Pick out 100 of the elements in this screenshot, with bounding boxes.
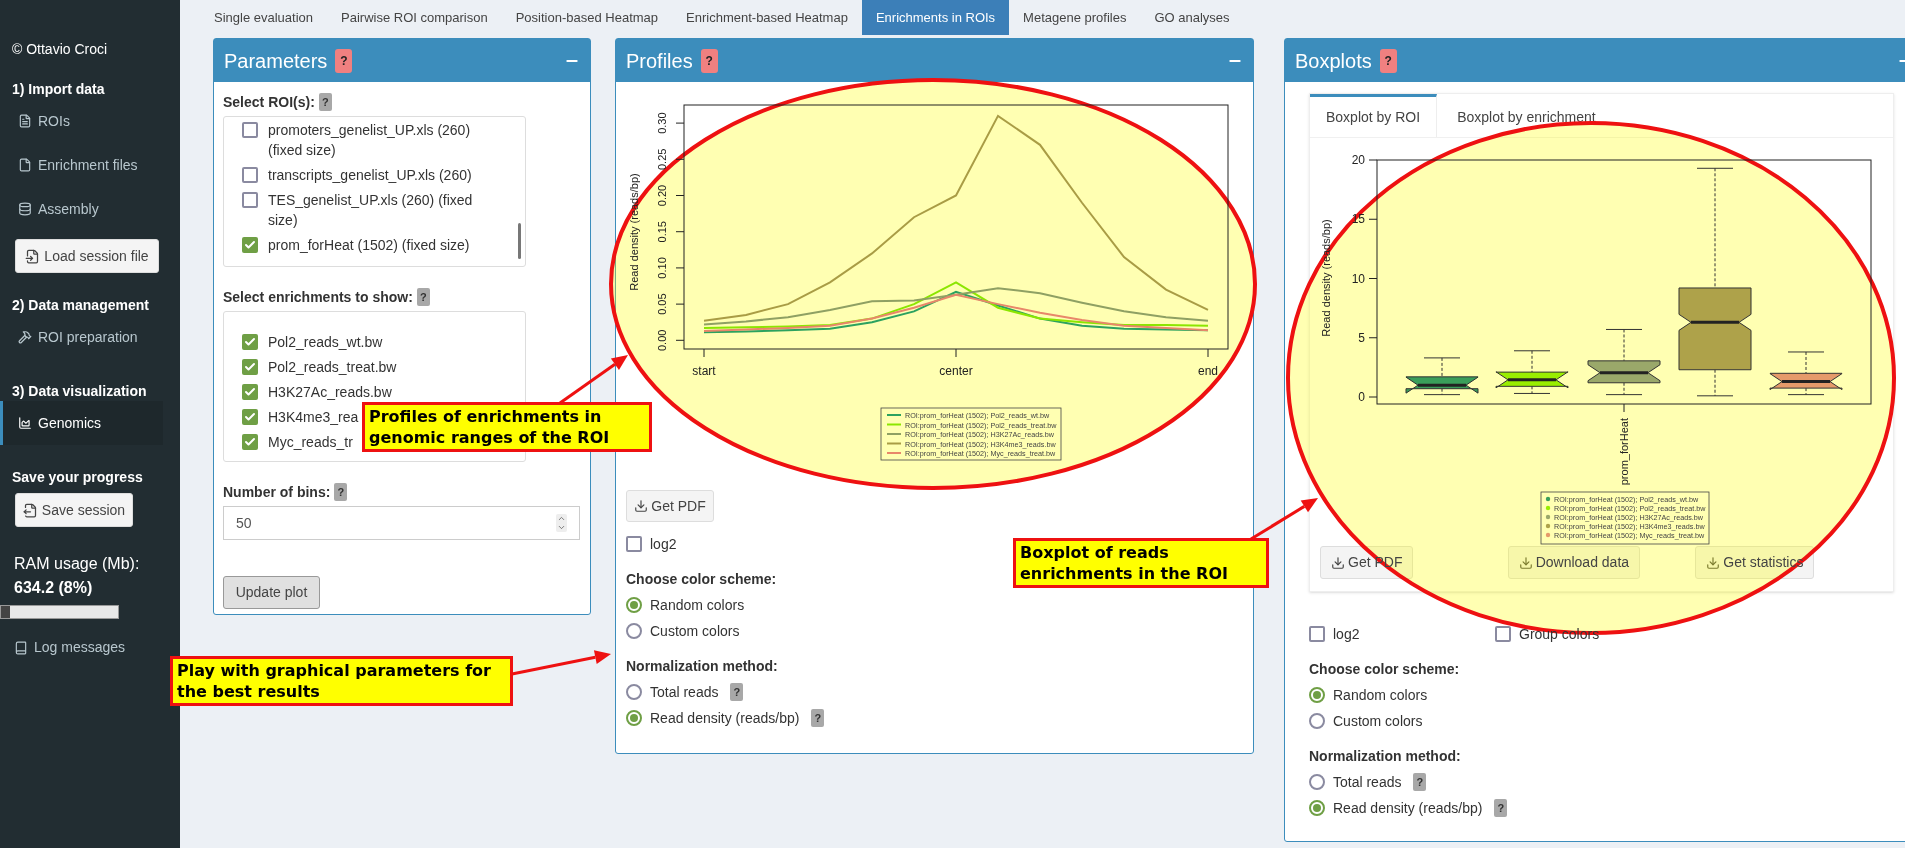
- get-pdf-button[interactable]: Get PDF: [626, 490, 714, 522]
- y-tick-label: 0.15: [656, 221, 668, 243]
- help-badge[interactable]: ?: [318, 93, 332, 111]
- spinner-icon[interactable]: [556, 514, 567, 532]
- nav-tab[interactable]: GO analyses: [1140, 0, 1244, 35]
- sidebar-item-icon: [18, 416, 32, 430]
- checkbox[interactable]: [242, 237, 258, 253]
- radio-label: Total reads: [1333, 772, 1402, 792]
- sidebar-item[interactable]: ROI preparation: [0, 315, 180, 359]
- action-button[interactable]: Download data: [1507, 546, 1641, 579]
- help-badge[interactable]: ?: [335, 48, 353, 73]
- sidebar-item-icon: [18, 202, 32, 216]
- x-tick-label: end: [1198, 364, 1218, 378]
- radio-label: Random colors: [1333, 685, 1428, 705]
- x-tick-label: start: [692, 364, 716, 378]
- checkbox[interactable]: [1309, 626, 1325, 642]
- option-heading: Normalization method:: [1309, 747, 1461, 766]
- checkbox-label: prom_forHeat (1502) (fixed size): [268, 236, 470, 255]
- y-tick-label: 0.00: [656, 329, 668, 351]
- radio-button[interactable]: [626, 597, 642, 613]
- sidebar-item[interactable]: Genomics: [0, 401, 163, 445]
- checkbox[interactable]: [242, 359, 258, 375]
- help-badge[interactable]: ?: [1494, 799, 1508, 817]
- help-badge[interactable]: ?: [700, 48, 718, 73]
- update-plot-button[interactable]: Update plot: [223, 576, 320, 609]
- checkbox[interactable]: [242, 409, 258, 425]
- pointer-arrow: [559, 355, 628, 405]
- check-icon: [244, 411, 256, 423]
- option-heading: Choose color scheme:: [626, 570, 777, 589]
- file-arrow-icon: [25, 248, 41, 264]
- session-button[interactable]: Save session: [15, 493, 133, 527]
- nav-tab[interactable]: Pairwise ROI comparison: [327, 0, 502, 35]
- plot-tab[interactable]: Boxplot by ROI: [1310, 94, 1438, 137]
- checkbox[interactable]: [242, 434, 258, 450]
- sidebar-heading: Save your progress: [11, 468, 144, 487]
- y-tick-label: 0.20: [656, 184, 668, 207]
- y-axis-label: Read density (reads/bp): [628, 173, 640, 291]
- radio-button[interactable]: [626, 684, 642, 700]
- nav-tab[interactable]: Enrichment-based Heatmap: [672, 0, 862, 35]
- y-tick-label: 10: [1351, 271, 1365, 286]
- checkbox[interactable]: [242, 192, 258, 208]
- radio-button[interactable]: [1309, 713, 1325, 729]
- sidebar-item-icon: [18, 330, 32, 344]
- nav-tab[interactable]: Enrichments in ROIs: [861, 0, 1010, 35]
- plot-tab[interactable]: Boxplot by enrichment: [1437, 94, 1616, 137]
- checkbox-label: Pol2_reads_wt.bw: [268, 333, 383, 352]
- panel-title: Parameters: [224, 48, 328, 74]
- nav-tab[interactable]: Single evaluation: [200, 0, 328, 35]
- help-badge[interactable]: ?: [1413, 773, 1427, 791]
- option-heading: Choose color scheme:: [1309, 660, 1460, 679]
- credit-text: © Ottavio Croci: [11, 40, 109, 59]
- checkbox[interactable]: [242, 167, 258, 183]
- scrollbar[interactable]: [518, 223, 521, 259]
- sidebar-item[interactable]: ROIs: [0, 99, 180, 143]
- checkbox[interactable]: [1495, 626, 1511, 642]
- book-icon: [14, 640, 28, 655]
- checkbox-label: log2: [1333, 624, 1360, 644]
- radio-label: Random colors: [650, 595, 745, 615]
- sidebar-heading: 1) Import data: [11, 80, 106, 99]
- help-badge[interactable]: ?: [416, 288, 430, 306]
- nav-tab[interactable]: Position-based Heatmap: [501, 0, 673, 35]
- radio-button[interactable]: [626, 623, 642, 639]
- log-link[interactable]: Log messages: [0, 637, 180, 658]
- radio-label: Custom colors: [650, 621, 740, 641]
- sidebar-heading: 3) Data visualization: [11, 382, 148, 401]
- y-tick-label: 0.10: [656, 257, 668, 279]
- checkbox[interactable]: [242, 384, 258, 400]
- ram-value: 634.2 (8%): [13, 578, 94, 598]
- callout-label: Play with graphical parameters for the best results: [170, 656, 513, 706]
- field-label: Select enrichments to show:: [223, 287, 413, 307]
- checkbox-label: promoters_genelist_UP.xls (260) (fixed size): [268, 121, 472, 160]
- y-tick-label: 0.25: [656, 148, 668, 170]
- radio-label: Read density (reads/bp): [1333, 798, 1483, 818]
- legend-swatch: [886, 423, 902, 426]
- radio-button[interactable]: [1309, 687, 1325, 703]
- bins-input[interactable]: 50: [223, 506, 580, 540]
- download-icon: [1331, 555, 1345, 570]
- panel-title: Boxplots: [1295, 48, 1372, 74]
- checkbox[interactable]: [626, 536, 642, 552]
- download-icon: [1518, 555, 1533, 570]
- checkbox-label: log2: [650, 534, 677, 554]
- file-arrow-icon: [22, 502, 38, 518]
- sidebar-item-icon: [18, 114, 32, 128]
- sidebar-item[interactable]: Enrichment files: [0, 143, 180, 187]
- y-tick-label: 0.30: [656, 112, 668, 134]
- sidebar-item[interactable]: Assembly: [0, 187, 180, 231]
- help-badge[interactable]: ?: [334, 483, 348, 501]
- checkbox[interactable]: [242, 334, 258, 350]
- radio-button[interactable]: [626, 710, 642, 726]
- help-badge[interactable]: ?: [1379, 48, 1397, 73]
- radio-button[interactable]: [1309, 800, 1325, 816]
- help-badge[interactable]: ?: [730, 683, 744, 701]
- legend-swatch: [886, 442, 902, 445]
- nav-tab[interactable]: Metagene profiles: [1009, 0, 1141, 35]
- check-icon: [244, 361, 256, 373]
- checkbox[interactable]: [242, 122, 258, 138]
- checkbox-label: Myc_reads_tr: [268, 433, 353, 452]
- session-button[interactable]: Load session file: [15, 239, 159, 273]
- radio-button[interactable]: [1309, 774, 1325, 790]
- help-badge[interactable]: ?: [811, 709, 825, 727]
